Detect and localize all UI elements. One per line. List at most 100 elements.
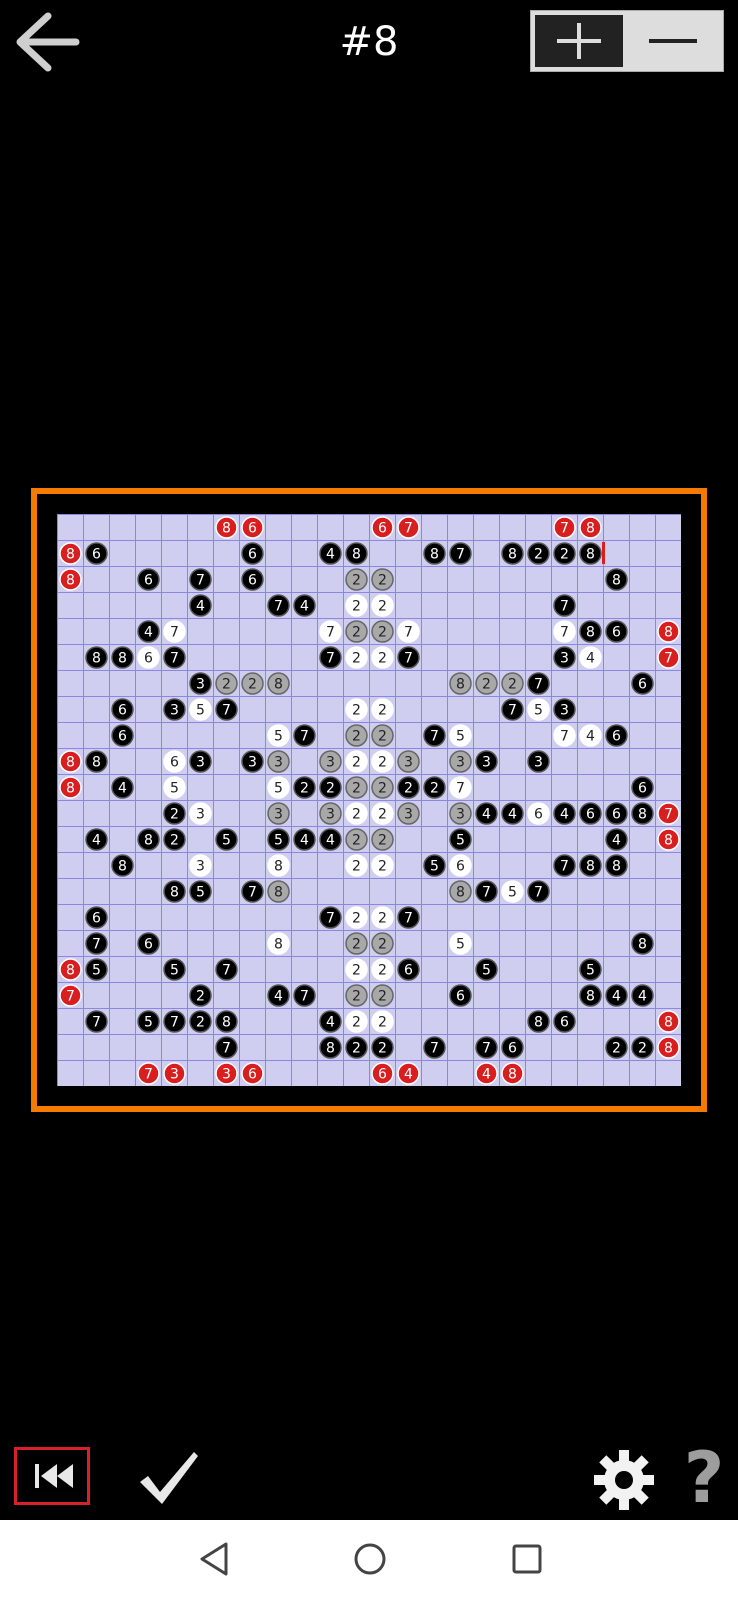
board-cell[interactable]: 5: [189, 698, 212, 721]
board-cell[interactable]: 2: [345, 958, 368, 981]
board-cell[interactable]: 5: [501, 880, 524, 903]
board-cell[interactable]: 4: [475, 802, 498, 825]
board-cell[interactable]: 4: [319, 828, 342, 851]
board-cell[interactable]: 7: [397, 906, 420, 929]
board-cell[interactable]: 5: [189, 880, 212, 903]
board-cell[interactable]: 3: [527, 750, 550, 773]
board-cell[interactable]: 2: [189, 984, 212, 1007]
board-cell[interactable]: 3: [449, 750, 472, 773]
board-cell[interactable]: 3: [163, 698, 186, 721]
board-cell[interactable]: 7: [397, 620, 420, 643]
board-cell[interactable]: 6: [501, 1036, 524, 1059]
board-cell[interactable]: 4: [475, 1062, 498, 1085]
board-cell[interactable]: 3: [397, 750, 420, 773]
board-cell[interactable]: 8: [449, 880, 472, 903]
board-cell[interactable]: 2: [215, 672, 238, 695]
nav-back-button[interactable]: [190, 1534, 240, 1584]
board-cell[interactable]: 7: [215, 1036, 238, 1059]
board-cell[interactable]: 5: [163, 776, 186, 799]
board-cell[interactable]: 6: [137, 646, 160, 669]
board-cell[interactable]: 2: [345, 802, 368, 825]
board-cell[interactable]: 8: [59, 958, 82, 981]
board-cell[interactable]: 2: [345, 932, 368, 955]
board-cell[interactable]: 2: [371, 750, 394, 773]
board-cell[interactable]: 2: [371, 646, 394, 669]
board-cell[interactable]: 7: [215, 958, 238, 981]
board-cell[interactable]: 2: [371, 828, 394, 851]
board-cell[interactable]: 4: [501, 802, 524, 825]
board-cell[interactable]: 2: [345, 724, 368, 747]
board-cell[interactable]: 7: [163, 646, 186, 669]
board-cell[interactable]: 2: [345, 568, 368, 591]
board-cell[interactable]: 2: [371, 776, 394, 799]
board-cell[interactable]: 5: [579, 958, 602, 981]
board-cell[interactable]: 8: [215, 516, 238, 539]
board-cell[interactable]: 2: [345, 1010, 368, 1033]
board-cell[interactable]: 3: [189, 750, 212, 773]
board-cell[interactable]: 8: [423, 542, 446, 565]
board-cell[interactable]: 8: [111, 646, 134, 669]
board-cell[interactable]: 8: [85, 750, 108, 773]
board-cell[interactable]: 2: [371, 906, 394, 929]
board-cell[interactable]: 4: [319, 542, 342, 565]
board-cell[interactable]: 2: [371, 698, 394, 721]
board-cell[interactable]: 2: [241, 672, 264, 695]
board-cell[interactable]: 2: [189, 1010, 212, 1033]
board-cell[interactable]: 7: [267, 594, 290, 617]
board-cell[interactable]: 2: [371, 984, 394, 1007]
board-cell[interactable]: 5: [215, 828, 238, 851]
board-cell[interactable]: 8: [501, 542, 524, 565]
board-cell[interactable]: 3: [163, 1062, 186, 1085]
board-cell[interactable]: 6: [111, 698, 134, 721]
board-cell[interactable]: 2: [345, 646, 368, 669]
board-cell[interactable]: 7: [449, 542, 472, 565]
board-cell[interactable]: 8: [449, 672, 472, 695]
board-cell[interactable]: 8: [579, 620, 602, 643]
board-cell[interactable]: 4: [579, 724, 602, 747]
check-button[interactable]: [136, 1446, 200, 1510]
board-cell[interactable]: 6: [137, 568, 160, 591]
board-cell[interactable]: 8: [319, 1036, 342, 1059]
board-cell[interactable]: 2: [631, 1036, 654, 1059]
board-cell[interactable]: 8: [59, 542, 82, 565]
board-cell[interactable]: 7: [59, 984, 82, 1007]
board-cell[interactable]: 6: [371, 1062, 394, 1085]
board-cell[interactable]: 8: [111, 854, 134, 877]
board-cell[interactable]: 2: [371, 1036, 394, 1059]
board-cell[interactable]: 6: [579, 802, 602, 825]
puzzle-board[interactable]: 8 6 6 7 7 8 8 6 6 4 8 8 7 8 2 2 8 8 6 7 6 2 2 8 4 7 4 2 2 7 4 7 7 2 2 7 7 8 6 8…: [57, 514, 681, 1086]
board-cell[interactable]: 3: [397, 802, 420, 825]
board-cell[interactable]: 5: [423, 854, 446, 877]
board-cell[interactable]: 5: [449, 932, 472, 955]
board-cell[interactable]: 7: [475, 880, 498, 903]
board-cell[interactable]: 2: [371, 568, 394, 591]
board-cell[interactable]: 8: [267, 932, 290, 955]
board-cell[interactable]: 7: [319, 646, 342, 669]
board-cell[interactable]: 2: [345, 750, 368, 773]
board-cell[interactable]: 2: [345, 984, 368, 1007]
board-cell[interactable]: 8: [59, 776, 82, 799]
board-cell[interactable]: 8: [631, 932, 654, 955]
zoom-out-button[interactable]: [627, 15, 719, 67]
board-cell[interactable]: 3: [189, 802, 212, 825]
board-cell[interactable]: 8: [657, 1010, 680, 1033]
board-cell[interactable]: 6: [85, 906, 108, 929]
nav-recent-button[interactable]: [502, 1534, 552, 1584]
board-cell[interactable]: 2: [163, 802, 186, 825]
board-cell[interactable]: 6: [449, 854, 472, 877]
board-cell[interactable]: 8: [163, 880, 186, 903]
board-cell[interactable]: 7: [553, 854, 576, 877]
board-cell[interactable]: 2: [371, 594, 394, 617]
board-cell[interactable]: 6: [371, 516, 394, 539]
board-cell[interactable]: 2: [371, 802, 394, 825]
board-cell[interactable]: 7: [319, 620, 342, 643]
board-cell[interactable]: 7: [397, 516, 420, 539]
board-cell[interactable]: 4: [267, 984, 290, 1007]
board-cell[interactable]: 4: [111, 776, 134, 799]
board-cell[interactable]: 3: [449, 802, 472, 825]
board-cell[interactable]: 6: [605, 802, 628, 825]
board-cell[interactable]: 2: [371, 724, 394, 747]
board-cell[interactable]: 4: [605, 828, 628, 851]
board-cell[interactable]: 5: [267, 776, 290, 799]
board-cell[interactable]: 7: [449, 776, 472, 799]
